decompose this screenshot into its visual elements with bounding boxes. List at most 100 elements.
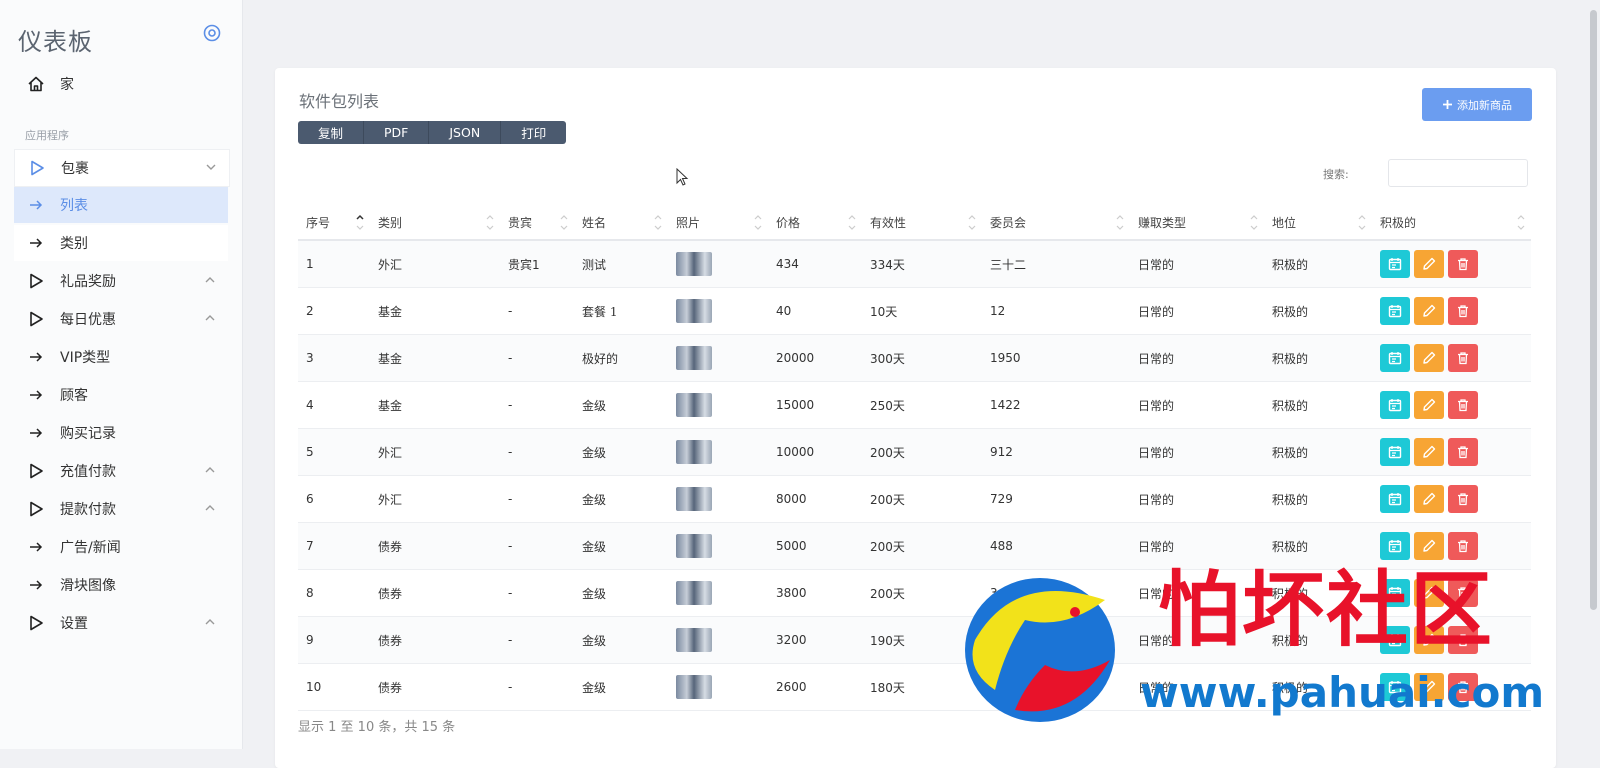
watermark-url: www.pahuai.com — [1140, 668, 1545, 717]
nav-slider-images-label: 滑块图像 — [60, 578, 116, 594]
nav-list-label: 列表 — [60, 198, 88, 214]
view-button[interactable] — [1380, 532, 1410, 560]
thumbnail-image[interactable] — [676, 299, 712, 323]
delete-button[interactable] — [1448, 391, 1478, 419]
nav-withdrawal-payments-label: 提款付款 — [60, 502, 116, 518]
table-cell: 金级 — [574, 381, 668, 429]
thumbnail-image[interactable] — [676, 675, 712, 699]
edit-button[interactable] — [1414, 250, 1444, 278]
view-button[interactable] — [1380, 391, 1410, 419]
thumbnail-image[interactable] — [676, 628, 712, 652]
thumbnail-image[interactable] — [676, 346, 712, 370]
delete-button[interactable] — [1448, 297, 1478, 325]
thumbnail-image[interactable] — [676, 393, 712, 417]
delete-button[interactable] — [1448, 250, 1478, 278]
edit-button[interactable] — [1414, 485, 1444, 513]
view-button[interactable] — [1380, 438, 1410, 466]
table-cell: 日常的 — [1130, 287, 1264, 335]
copy-button[interactable]: 复制 — [298, 121, 365, 144]
table-cell: 金级 — [574, 522, 668, 570]
table-cell: - — [500, 522, 574, 570]
add-item-label: 添加新商品 — [1457, 98, 1512, 112]
column-header[interactable]: 类别 — [370, 205, 500, 241]
calendar-icon — [1388, 258, 1402, 271]
table-cell: 三十二 — [982, 240, 1130, 288]
nav-ads-news[interactable]: 广告/新闻 — [14, 529, 228, 565]
column-header[interactable]: 有效性 — [862, 205, 982, 241]
edit-button[interactable] — [1414, 344, 1444, 372]
trash-icon — [1458, 446, 1468, 459]
column-header[interactable]: 积极的 — [1372, 205, 1531, 241]
nav-slider-images[interactable]: 滑块图像 — [14, 567, 228, 603]
column-header[interactable]: 赚取类型 — [1130, 205, 1264, 241]
delete-button[interactable] — [1448, 344, 1478, 372]
column-header[interactable]: 姓名 — [574, 205, 668, 241]
table-cell: 9 — [298, 616, 370, 664]
pdf-button[interactable]: PDF — [364, 121, 430, 144]
calendar-icon — [1388, 305, 1402, 318]
add-item-button[interactable]: 添加新商品 — [1422, 88, 1532, 121]
column-header[interactable]: 委员会 — [982, 205, 1130, 241]
arrow-right-icon — [26, 537, 46, 557]
thumbnail-image[interactable] — [676, 487, 712, 511]
nav-list[interactable]: 列表 — [14, 187, 228, 223]
nav-vip-types[interactable]: VIP类型 — [14, 339, 228, 375]
json-button[interactable]: JSON — [429, 121, 502, 144]
nav-gift-rewards[interactable]: 礼品奖励 — [14, 263, 228, 299]
view-button[interactable] — [1380, 297, 1410, 325]
delete-button[interactable] — [1448, 438, 1478, 466]
table-cell: 3 — [298, 334, 370, 382]
play-icon — [26, 499, 46, 519]
sort-icon — [560, 215, 568, 230]
nav-daily-deals-label: 每日优惠 — [60, 312, 116, 328]
nav-customers[interactable]: 顾客 — [14, 377, 228, 413]
column-header[interactable]: 照片 — [668, 205, 768, 241]
view-button[interactable] — [1380, 250, 1410, 278]
nav-home[interactable]: 家 — [14, 66, 228, 102]
delete-button[interactable] — [1448, 532, 1478, 560]
column-header[interactable]: 地位 — [1264, 205, 1372, 241]
table-cell: 334天 — [862, 240, 982, 288]
delete-button[interactable] — [1448, 485, 1478, 513]
table-cell: 300天 — [862, 334, 982, 382]
target-icon[interactable] — [203, 24, 221, 42]
cell-actions — [1372, 287, 1531, 335]
print-button[interactable]: 打印 — [501, 121, 566, 144]
calendar-icon — [1388, 399, 1402, 412]
table-info: 显示 1 至 10 条，共 15 条 — [298, 720, 456, 735]
arrow-right-icon — [26, 575, 46, 595]
thumbnail-image[interactable] — [676, 252, 712, 276]
edit-button[interactable] — [1414, 391, 1444, 419]
view-button[interactable] — [1380, 344, 1410, 372]
column-header[interactable]: 贵宾 — [500, 205, 574, 241]
table-cell: 债券 — [370, 616, 500, 664]
search-input[interactable] — [1388, 159, 1528, 187]
nav-category[interactable]: 类别 — [14, 225, 228, 261]
trash-icon — [1458, 540, 1468, 553]
nav-recharge-payments[interactable]: 充值付款 — [14, 453, 228, 489]
table-cell: 日常的 — [1130, 240, 1264, 288]
table-cell: 债券 — [370, 569, 500, 617]
nav-purchase-records[interactable]: 购买记录 — [14, 415, 228, 451]
table-cell: 金级 — [574, 428, 668, 476]
column-header[interactable]: 价格 — [768, 205, 862, 241]
edit-button[interactable] — [1414, 532, 1444, 560]
sort-icon — [1358, 215, 1366, 230]
trash-icon — [1458, 305, 1468, 318]
nav-daily-deals[interactable]: 每日优惠 — [14, 301, 228, 337]
column-header[interactable]: 序号 — [298, 205, 370, 241]
thumbnail-image[interactable] — [676, 440, 712, 464]
nav-packages[interactable]: 包裹 — [14, 149, 230, 187]
table-cell: 金级 — [574, 616, 668, 664]
thumbnail-image[interactable] — [676, 581, 712, 605]
table-cell: 3200 — [768, 616, 862, 664]
scrollbar[interactable] — [1590, 10, 1597, 610]
table-cell: 积极的 — [1264, 334, 1372, 382]
table-cell: 729 — [982, 475, 1130, 523]
nav-withdrawal-payments[interactable]: 提款付款 — [14, 491, 228, 527]
thumbnail-image[interactable] — [676, 534, 712, 558]
edit-button[interactable] — [1414, 438, 1444, 466]
edit-button[interactable] — [1414, 297, 1444, 325]
view-button[interactable] — [1380, 485, 1410, 513]
nav-settings[interactable]: 设置 — [14, 605, 228, 641]
